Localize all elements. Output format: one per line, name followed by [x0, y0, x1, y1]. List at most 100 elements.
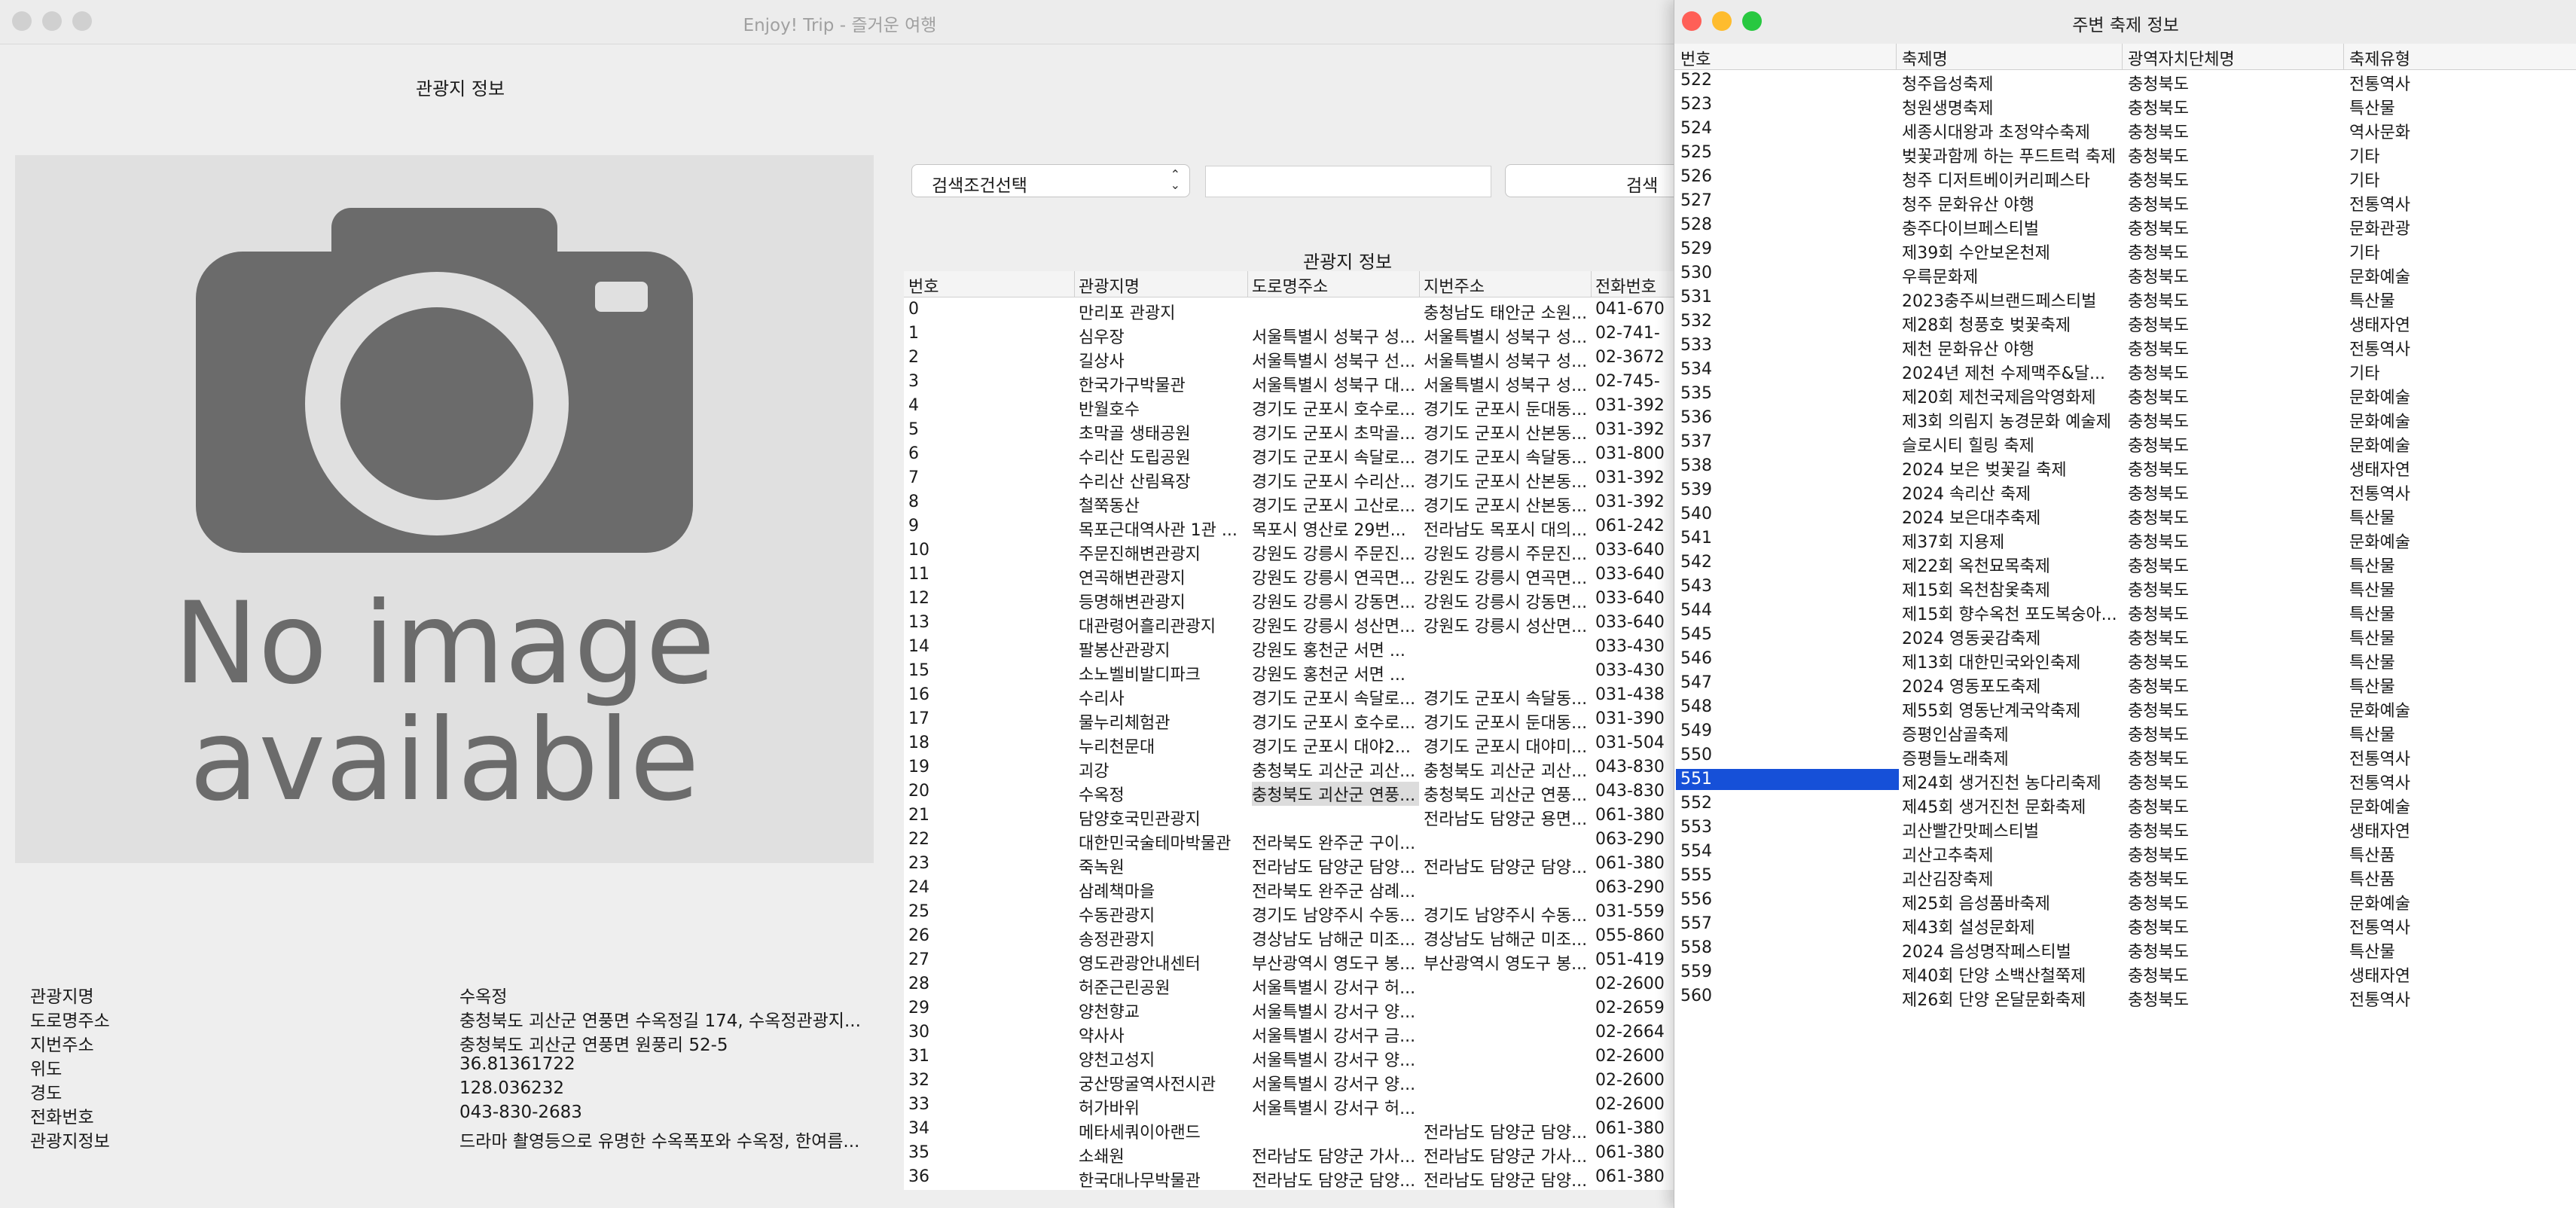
festival-column-header[interactable]: 축제명: [1902, 46, 1948, 70]
festival-row[interactable]: 525 벚꽃과함께 하는 푸드트럭 축제 충청북도 기타: [1674, 142, 2576, 166]
table-row[interactable]: 36 한국대나무박물관 전라남도 담양군 담양... 전라남도 담양군 담양... 06…: [904, 1166, 1680, 1190]
column-divider: [2122, 44, 2123, 69]
table-row[interactable]: 31 양천고성지 서울특별시 강서구 양... 02-2600: [904, 1045, 1680, 1070]
festival-row[interactable]: 536 제3회 의림지 농경문화 예술제 충청북도 문화예술: [1674, 407, 2576, 432]
festival-row[interactable]: 543 제15회 옥천참옻축제 충청북도 특산물: [1674, 575, 2576, 600]
festival-row[interactable]: 532 제28회 청풍호 벚꽃축제 충청북도 생태자연: [1674, 310, 2576, 335]
tour-column-header[interactable]: 번호: [908, 273, 939, 297]
festival-row[interactable]: 526 청주 디저트베이커리페스타 충청북도 기타: [1674, 166, 2576, 191]
festival-cell: 541: [1680, 529, 1712, 548]
table-row[interactable]: 14 팔봉산관광지 강원도 홍천군 서면 ... 033-430: [904, 636, 1680, 660]
table-row[interactable]: 34 메타세쿼이아랜드 전라남도 담양군 담양... 061-380: [904, 1118, 1680, 1142]
column-divider: [1419, 271, 1420, 297]
table-row[interactable]: 2 길상사 서울특별시 성북구 선... 서울특별시 성북구 성... 02-3672: [904, 346, 1680, 371]
festival-row[interactable]: 531 2023충주씨브랜드페스티벌 충청북도 특산물: [1674, 286, 2576, 311]
table-row[interactable]: 10 주문진해변관광지 강원도 강릉시 주문진... 강원도 강릉시 주문진... 03…: [904, 539, 1680, 564]
table-row[interactable]: 29 양천향교 서울특별시 강서구 양... 02-2659: [904, 997, 1680, 1022]
festival-row[interactable]: 549 증평인삼골축제 충청북도 특산물: [1674, 720, 2576, 745]
table-row[interactable]: 7 수리산 산림욕장 경기도 군포시 수리산... 경기도 군포시 산본동... 031…: [904, 467, 1680, 492]
table-row[interactable]: 0 만리포 관광지 충청남도 태안군 소원... 041-670: [904, 298, 1680, 323]
tour-column-header[interactable]: 관광지명: [1079, 273, 1140, 297]
table-row[interactable]: 8 철쭉동산 경기도 군포시 고산로... 경기도 군포시 산본동... 031-392: [904, 491, 1680, 516]
festival-row[interactable]: 541 제37회 지용제 충청북도 문화예술: [1674, 527, 2576, 552]
table-cell: 서울특별시 강서구 허...: [1252, 1100, 1416, 1118]
search-input[interactable]: [1205, 166, 1491, 197]
table-row[interactable]: 24 삼례책마을 전라북도 완주군 삼례... 063-290: [904, 877, 1680, 901]
table-row[interactable]: 22 대한민국술테마박물관 전라북도 완주군 구이... 063-290: [904, 828, 1680, 853]
festival-row[interactable]: 548 제55회 영동난계국악축제 충청북도 문화예술: [1674, 696, 2576, 721]
table-cell: 철쭉동산: [1079, 497, 1140, 516]
festival-row[interactable]: 533 제천 문화유산 야행 충청북도 전통역사: [1674, 334, 2576, 359]
festival-row[interactable]: 551 제24회 생거진천 농다리축제 충청북도 전통역사: [1674, 768, 2576, 793]
festival-row[interactable]: 557 제43회 설성문화제 충청북도 전통역사: [1674, 913, 2576, 938]
festival-row[interactable]: 547 2024 영동포도축제 충청북도 특산물: [1674, 672, 2576, 697]
table-row[interactable]: 5 초막골 생태공원 경기도 군포시 초막골... 경기도 군포시 산본동... 031…: [904, 419, 1680, 444]
table-row[interactable]: 11 연곡해변관광지 강원도 강릉시 연곡면... 강원도 강릉시 연곡면... 033…: [904, 563, 1680, 588]
festival-row[interactable]: 535 제20회 제천국제음악영화제 충청북도 문화예술: [1674, 383, 2576, 407]
festival-row[interactable]: 559 제40회 단양 소백산철쭉제 충청북도 생태자연: [1674, 961, 2576, 986]
search-button[interactable]: 검색: [1505, 164, 1680, 197]
table-row[interactable]: 21 담양호국민관광지 전라남도 담양군 용면... 061-380: [904, 804, 1680, 829]
table-row[interactable]: 12 등명해변관광지 강원도 강릉시 강동면... 강원도 강릉시 강동면... 033…: [904, 587, 1680, 612]
festival-row[interactable]: 529 제39회 수안보온천제 충청북도 기타: [1674, 238, 2576, 263]
festival-row[interactable]: 558 2024 음성명작페스티벌 충청북도 특산물: [1674, 937, 2576, 962]
table-row[interactable]: 18 누리천문대 경기도 군포시 대야2... 경기도 군포시 대야미... 031-5…: [904, 732, 1680, 757]
table-row[interactable]: 30 약사사 서울특별시 강서구 금... 02-2664: [904, 1021, 1680, 1046]
festival-row[interactable]: 539 2024 속리산 축제 충청북도 전통역사: [1674, 479, 2576, 504]
festival-row[interactable]: 550 증평들노래축제 충청북도 전통역사: [1674, 744, 2576, 769]
tour-column-header[interactable]: 전화번호: [1595, 273, 1656, 297]
table-row[interactable]: 33 허가바위 서울특별시 강서구 허... 02-2600: [904, 1094, 1680, 1118]
tourist-photo: No image available: [15, 155, 874, 863]
festival-row[interactable]: 554 괴산고추축제 충청북도 특산품: [1674, 840, 2576, 865]
table-row[interactable]: 9 목포근대역사관 1관 ... 목포시 영산로 29번... 전라남도 목포시 대의…: [904, 515, 1680, 540]
festival-row[interactable]: 553 괴산빨간맛페스티벌 충청북도 생태자연: [1674, 816, 2576, 841]
tour-column-header[interactable]: 도로명주소: [1252, 273, 1328, 297]
table-row[interactable]: 4 반월호수 경기도 군포시 호수로... 경기도 군포시 둔대동... 031-392: [904, 395, 1680, 419]
tour-column-header[interactable]: 지번주소: [1424, 273, 1485, 297]
table-row[interactable]: 16 수리사 경기도 군포시 속달로... 경기도 군포시 속달동... 031-438: [904, 684, 1680, 709]
festival-row[interactable]: 523 청원생명축제 충청북도 특산물: [1674, 93, 2576, 118]
festival-column-header[interactable]: 광역자치단체명: [2128, 46, 2235, 70]
table-row[interactable]: 15 소노벨비발디파크 강원도 홍천군 서면 ... 033-430: [904, 660, 1680, 685]
table-row[interactable]: 28 허준근린공원 서울특별시 강서구 허... 02-2600: [904, 973, 1680, 998]
table-cell: 서울특별시 성북구 성...: [1424, 328, 1588, 347]
festival-cell: 538: [1680, 456, 1712, 475]
table-row[interactable]: 25 수동관광지 경기도 남양주시 수동... 경기도 남양주시 수동... 031-5…: [904, 901, 1680, 926]
table-row[interactable]: 26 송정관광지 경상남도 남해군 미조... 경상남도 남해군 미조... 055-8…: [904, 925, 1680, 950]
tour-table[interactable]: 번호 관광지명 도로명주소 지번주소 전화번호 0 만리포 관광지 충청남도 태안군 소원.…: [904, 271, 1680, 1190]
festival-row[interactable]: 555 괴산김장축제 충청북도 특산품: [1674, 865, 2576, 889]
festival-column-header[interactable]: 축제유형: [2349, 46, 2410, 70]
festival-row[interactable]: 537 슬로시티 힐링 축제 충청북도 문화예술: [1674, 431, 2576, 456]
festival-row[interactable]: 522 청주읍성축제 충청북도 전통역사: [1674, 69, 2576, 94]
table-row[interactable]: 6 수리산 도립공원 경기도 군포시 속달로... 경기도 군포시 속달동... 031…: [904, 443, 1680, 468]
table-row[interactable]: 19 괴강 충청북도 괴산군 괴산... 충청북도 괴산군 괴산... 043-830: [904, 756, 1680, 781]
festival-row[interactable]: 542 제22회 옥천묘목축제 충청북도 특산물: [1674, 551, 2576, 576]
festival-row[interactable]: 552 제45회 생거진천 문화축제 충청북도 문화예술: [1674, 792, 2576, 817]
festival-row[interactable]: 556 제25회 음성품바축제 충청북도 문화예술: [1674, 889, 2576, 914]
festival-row[interactable]: 524 세종시대왕과 초정약수축제 충청북도 역사문화: [1674, 117, 2576, 142]
festival-row[interactable]: 546 제13회 대한민국와인축제 충청북도 특산물: [1674, 648, 2576, 673]
festival-row[interactable]: 528 충주다이브페스티벌 충청북도 문화관광: [1674, 214, 2576, 239]
table-row[interactable]: 23 죽녹원 전라남도 담양군 담양... 전라남도 담양군 담양... 061-380: [904, 853, 1680, 877]
search-condition-select[interactable]: 검색조건선택 ⌃ ⌄: [911, 164, 1190, 197]
table-row[interactable]: 27 영도관광안내센터 부산광역시 영도구 봉... 부산광역시 영도구 봉... 05…: [904, 949, 1680, 974]
festival-column-header[interactable]: 번호: [1680, 46, 1711, 70]
festival-row[interactable]: 527 청주 문화유산 야행 충청북도 전통역사: [1674, 190, 2576, 215]
table-row[interactable]: 17 물누리체험관 경기도 군포시 호수로... 경기도 군포시 둔대동... 031-…: [904, 708, 1680, 733]
festival-row[interactable]: 534 2024년 제천 수제맥주&달... 충청북도 기타: [1674, 358, 2576, 383]
table-row[interactable]: 20 수옥정 충청북도 괴산군 연풍... 충청북도 괴산군 연풍... 043-830: [904, 780, 1680, 806]
table-row[interactable]: 3 한국가구박물관 서울특별시 성북구 대... 서울특별시 성북구 성... 02-7…: [904, 371, 1680, 395]
table-row[interactable]: 1 심우장 서울특별시 성북구 성... 서울특별시 성북구 성... 02-741-: [904, 322, 1680, 347]
table-row[interactable]: 13 대관령어흘리관광지 강원도 강릉시 성산면... 강원도 강릉시 성산면... 0…: [904, 612, 1680, 636]
festival-row[interactable]: 540 2024 보은대추축제 충청북도 특산물: [1674, 503, 2576, 528]
festival-row[interactable]: 538 2024 보은 벚꽃길 축제 충청북도 생태자연: [1674, 455, 2576, 480]
festival-row[interactable]: 560 제26회 단양 온달문화축제 충청북도 전통역사: [1674, 985, 2576, 1010]
festival-cell: 555: [1680, 866, 1712, 885]
festival-row[interactable]: 545 2024 영동곶감축제 충청북도 특산물: [1674, 624, 2576, 648]
table-cell: 목포시 영산로 29번...: [1252, 521, 1406, 540]
table-row[interactable]: 35 소쇄원 전라남도 담양군 가사... 전라남도 담양군 가사... 061-380: [904, 1142, 1680, 1167]
table-cell: 경기도 군포시 산본동...: [1424, 425, 1588, 444]
table-row[interactable]: 32 궁산땅굴역사전시관 서울특별시 강서구 양... 02-2600: [904, 1069, 1680, 1094]
festival-row[interactable]: 530 우륵문화제 충청북도 문화예술: [1674, 262, 2576, 287]
festival-row[interactable]: 544 제15회 향수옥천 포도복숭아... 충청북도 특산물: [1674, 599, 2576, 624]
